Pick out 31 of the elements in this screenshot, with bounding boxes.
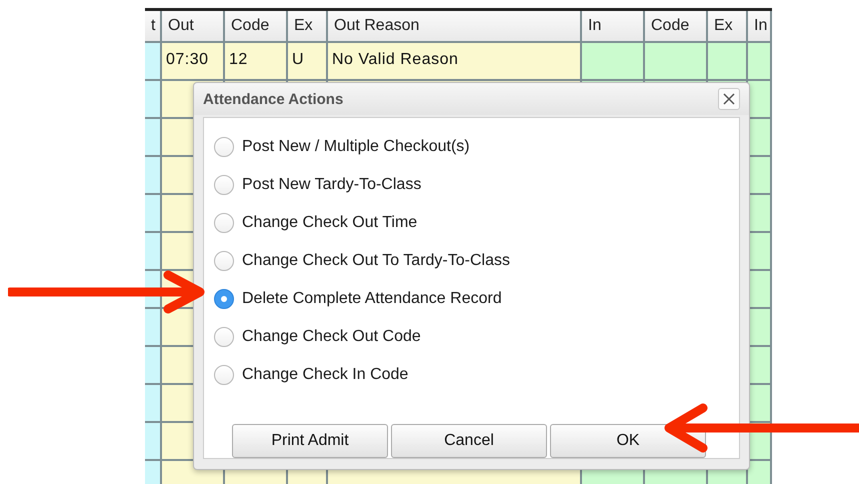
- radio-button[interactable]: [214, 251, 234, 271]
- option-label[interactable]: Delete Complete Attendance Record: [242, 290, 502, 308]
- radio-button[interactable]: [214, 137, 234, 157]
- column-header[interactable]: In: [582, 11, 643, 43]
- column-header[interactable]: Code: [645, 11, 706, 43]
- column-header[interactable]: In: [748, 11, 770, 43]
- radio-button[interactable]: [214, 213, 234, 233]
- column-header[interactable]: t: [145, 11, 160, 43]
- option-label[interactable]: Change Check Out Code: [242, 328, 421, 346]
- table-cell: No Valid Reason: [332, 51, 458, 68]
- table-cell: 07:30: [166, 51, 209, 68]
- dialog-button[interactable]: Print Admit: [232, 424, 388, 458]
- option-label[interactable]: Post New / Multiple Checkout(s): [242, 138, 470, 156]
- option-label[interactable]: Change Check In Code: [242, 366, 408, 384]
- dialog-button[interactable]: Cancel: [391, 424, 547, 458]
- column-header[interactable]: Out: [162, 11, 223, 43]
- option-label[interactable]: Change Check Out Time: [242, 214, 418, 232]
- radio-button[interactable]: [214, 175, 234, 195]
- option-label[interactable]: Post New Tardy-To-Class: [242, 176, 422, 194]
- table-cell: U: [292, 51, 304, 68]
- table-cell: 12: [229, 51, 248, 68]
- column-header[interactable]: Code: [225, 11, 286, 43]
- column-header[interactable]: Ex: [708, 11, 746, 43]
- column-header[interactable]: Out Reason: [328, 11, 580, 43]
- column-header[interactable]: Ex: [288, 11, 326, 43]
- radio-button[interactable]: [214, 289, 234, 309]
- dialog-title: Attendance Actions: [203, 90, 344, 108]
- radio-button[interactable]: [214, 327, 234, 347]
- close-icon[interactable]: [718, 88, 740, 110]
- option-label[interactable]: Change Check Out To Tardy-To-Class: [242, 252, 510, 270]
- radio-button[interactable]: [214, 365, 234, 385]
